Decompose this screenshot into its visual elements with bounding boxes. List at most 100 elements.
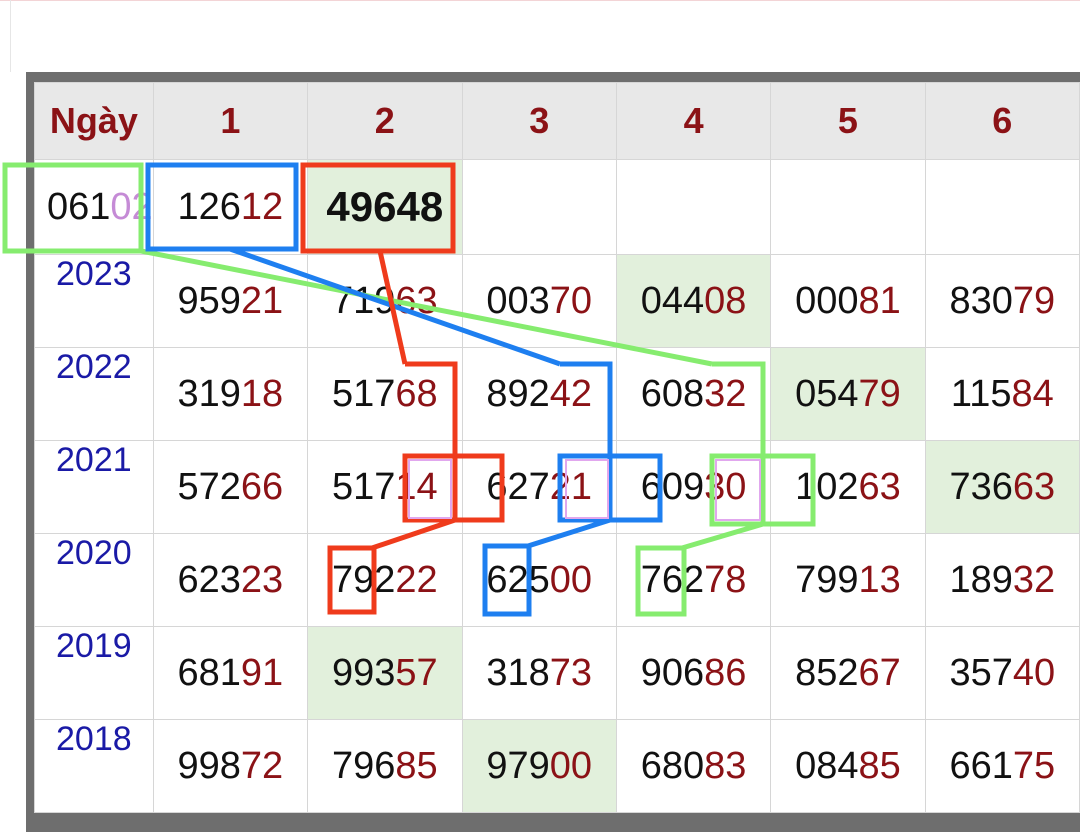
year-cell: 2018	[34, 719, 154, 813]
cell-tail: 85	[395, 744, 438, 787]
result-cell: 85267	[770, 626, 926, 720]
cell-head: 609	[640, 465, 705, 508]
cell-head: 830	[949, 279, 1013, 322]
cell-head: 517	[331, 465, 396, 508]
result-cell: 83079	[924, 254, 1080, 348]
result-cell: 76278	[615, 533, 772, 627]
result-cell: 51714	[307, 440, 463, 534]
result-cell: 68191	[152, 626, 309, 720]
cell-tail: 78	[704, 558, 747, 601]
result-cell: 04408	[615, 254, 772, 348]
result-cell: 31918	[152, 347, 309, 441]
cell-head: 517	[331, 372, 396, 415]
result-cell: 05479	[770, 347, 926, 441]
cell-tail: 14	[395, 465, 438, 508]
header-col-5: 5	[770, 82, 926, 160]
result-cell: 00370	[461, 254, 617, 348]
year-cell: 2021	[34, 440, 154, 534]
result-cell: 89242	[461, 347, 617, 441]
cell-tail: 22	[395, 558, 438, 601]
current-cell-1: 12612	[152, 159, 309, 255]
cell-tail: 85	[858, 744, 901, 787]
cell-head: 762	[640, 558, 705, 601]
cell-tail: 91	[240, 651, 284, 694]
cell-tail: 63	[395, 279, 438, 322]
result-cell: 73663	[924, 440, 1080, 534]
cell-tail: 63	[858, 465, 901, 508]
cell-tail: 72	[240, 744, 284, 787]
cell-head: 906	[640, 651, 705, 694]
year-cell: 2022	[34, 347, 154, 441]
cell-head: 189	[949, 558, 1013, 601]
cell-head: 792	[331, 558, 396, 601]
cell-tail: 21	[549, 465, 593, 508]
cell-head: 003	[486, 279, 550, 322]
cell-head: 084	[795, 744, 859, 787]
page-margin-line	[10, 0, 11, 72]
result-cell: 00081	[770, 254, 926, 348]
cell-head: 054	[795, 372, 859, 415]
cell-tail: 84	[1011, 372, 1054, 415]
year-rows: 2023 95921 71963 00370 04408 00081 83079 2022 31…	[34, 254, 1080, 813]
cell-head: 000	[795, 279, 859, 322]
current-date-tail: 02	[110, 185, 153, 228]
result-cell: 31873	[461, 626, 617, 720]
cell-head: 357	[949, 651, 1013, 694]
header-col-3: 3	[461, 82, 617, 160]
cell-tail: 86	[704, 651, 747, 694]
cell-tail: 40	[1012, 651, 1056, 694]
result-cell: 62500	[461, 533, 617, 627]
current-cell-4	[615, 159, 772, 255]
cell-tail: 81	[858, 279, 901, 322]
result-cell: 08485	[770, 719, 926, 813]
cell-head: 993	[331, 651, 396, 694]
cell-tail: 75	[1012, 744, 1056, 787]
cell-head: 719	[331, 279, 396, 322]
header-col-4: 4	[615, 82, 772, 160]
cell-head: 681	[177, 651, 241, 694]
cell-tail: 67	[858, 651, 901, 694]
cell-head: 680	[640, 744, 705, 787]
result-cell: 79685	[307, 719, 463, 813]
cell-head: 318	[486, 651, 550, 694]
header-row: Ngày 1 2 3 4 5 6	[34, 82, 1080, 160]
results-table: Ngày 1 2 3 4 5 6 06102 12612 49648 2023 9…	[34, 82, 1080, 813]
result-cell: 66175	[924, 719, 1080, 813]
current-cell-3	[461, 159, 617, 255]
cell-tail: 12	[240, 185, 284, 228]
header-col-1: 1	[152, 82, 309, 160]
cell-head: 736	[949, 465, 1013, 508]
cell-head: 627	[486, 465, 550, 508]
result-cell: 60930	[615, 440, 772, 534]
year-cell: 2020	[34, 533, 154, 627]
result-cell: 99357	[307, 626, 463, 720]
result-cell: 10263	[770, 440, 926, 534]
cell-head: 49648	[326, 183, 444, 230]
cell-tail: 83	[704, 744, 747, 787]
cell-tail: 68	[395, 372, 438, 415]
year-cell: 2023	[34, 254, 154, 348]
current-row: 06102 12612 49648	[34, 159, 1080, 255]
result-cell: 11584	[924, 347, 1080, 441]
result-cell: 68083	[615, 719, 772, 813]
cell-tail: 79	[1012, 279, 1056, 322]
cell-tail: 32	[704, 372, 747, 415]
table-row: 2019 68191 99357 31873 90686 85267 35740	[34, 626, 1080, 720]
header-day: Ngày	[34, 82, 154, 160]
header-col-6: 6	[924, 82, 1080, 160]
cell-head: 998	[177, 744, 241, 787]
cell-head: 126	[177, 185, 241, 228]
cell-head: 572	[177, 465, 241, 508]
cell-tail: 00	[549, 558, 593, 601]
cell-tail: 21	[240, 279, 284, 322]
cell-head: 623	[177, 558, 241, 601]
result-cell: 99872	[152, 719, 309, 813]
result-cell: 79913	[770, 533, 926, 627]
header-col-2: 2	[307, 82, 463, 160]
cell-head: 799	[795, 558, 859, 601]
result-cell: 62721	[461, 440, 617, 534]
cell-head: 625	[486, 558, 550, 601]
cell-head: 892	[486, 372, 550, 415]
cell-head: 796	[331, 744, 396, 787]
cell-head: 044	[640, 279, 705, 322]
